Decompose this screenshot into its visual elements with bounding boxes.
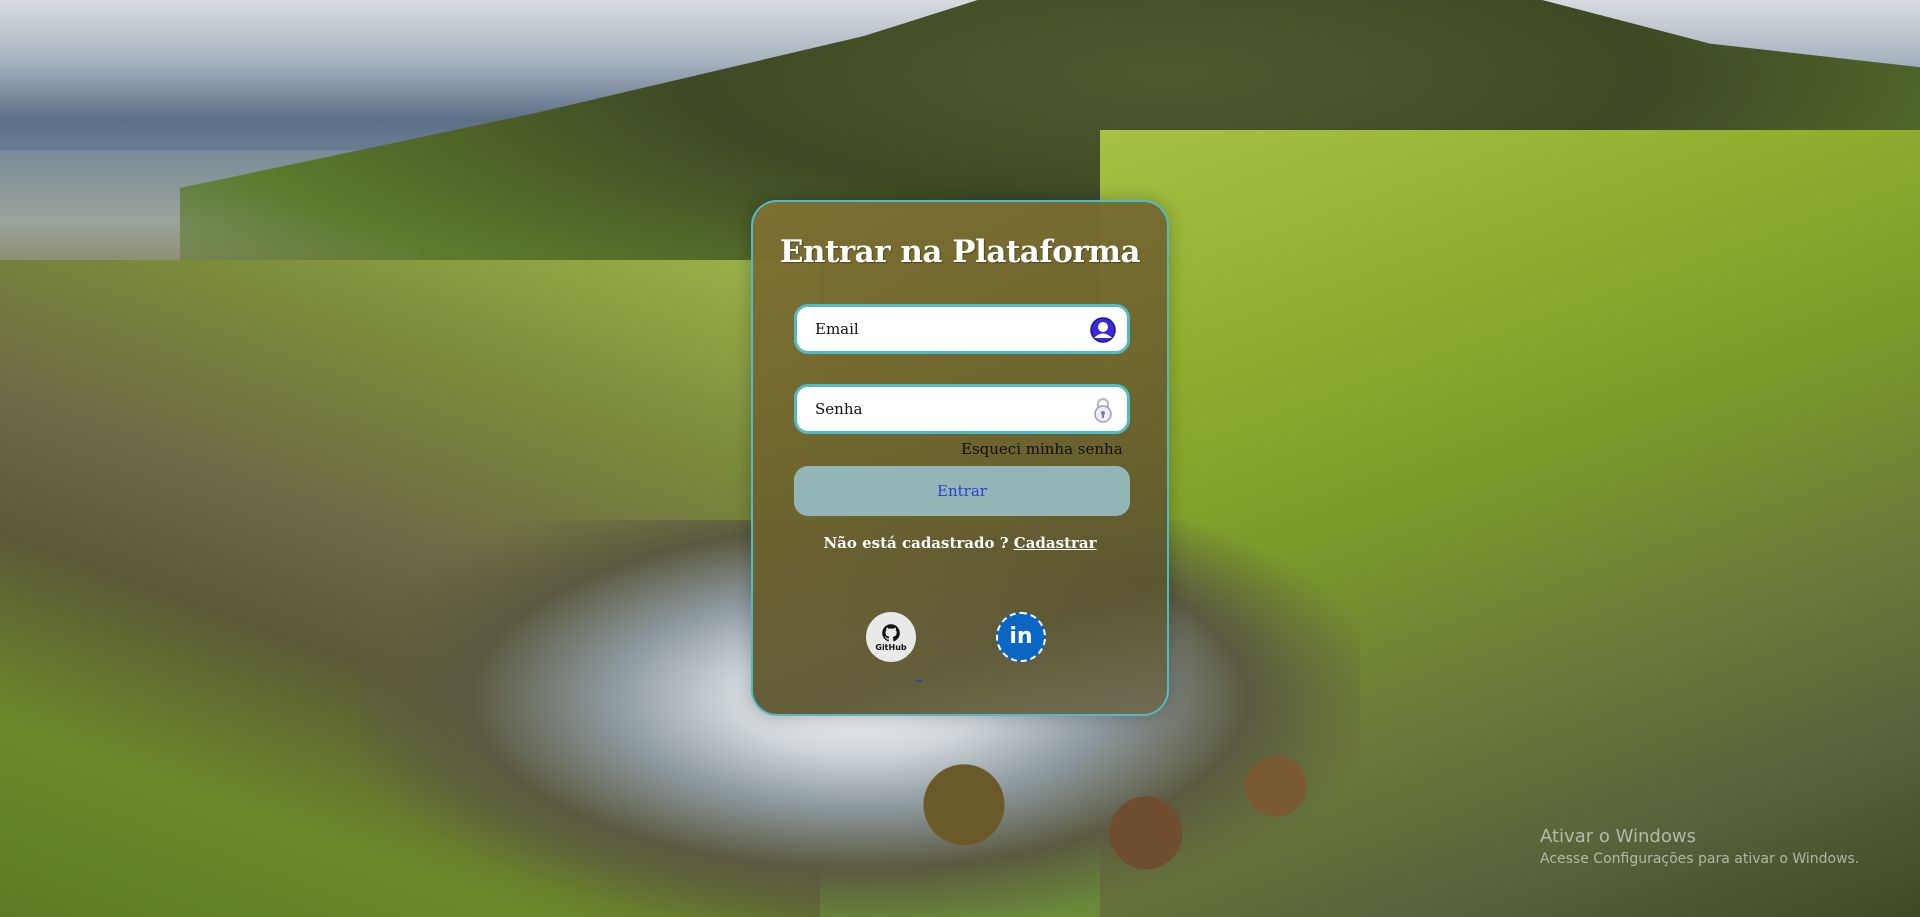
- github-icon: GitHub: [875, 623, 907, 652]
- senha-input[interactable]: [815, 387, 1085, 431]
- cadastrar-link[interactable]: Cadastrar: [1014, 534, 1097, 552]
- page-title: Entrar na Plataforma: [779, 234, 1141, 270]
- login-card: Entrar na Plataforma Esqueci minha senha…: [751, 200, 1169, 716]
- signup-prompt-text: Não está cadastrado ?: [823, 534, 1009, 552]
- github-button[interactable]: GitHub: [866, 612, 916, 662]
- email-input[interactable]: [815, 307, 1085, 351]
- windows-activation-watermark: Ativar o Windows Acesse Configurações pa…: [1540, 826, 1859, 867]
- user-icon: [1089, 316, 1117, 344]
- github-label: GitHub: [875, 642, 907, 652]
- lock-icon: [1089, 396, 1117, 424]
- watermark-line2: Acesse Configurações para ativar o Windo…: [1540, 851, 1860, 867]
- linkedin-button[interactable]: in: [996, 612, 1046, 662]
- watermark-line1: Ativar o Windows: [1540, 826, 1696, 847]
- senha-field-wrapper: [794, 384, 1130, 434]
- linkedin-icon: in: [1009, 624, 1033, 649]
- signup-prompt: Não está cadastrado ? Cadastrar: [753, 534, 1167, 552]
- river-rocks: [860, 730, 1380, 917]
- entrar-button[interactable]: Entrar: [794, 466, 1130, 516]
- decorative-dash: [916, 680, 922, 682]
- forgot-password-link[interactable]: Esqueci minha senha: [961, 440, 1123, 458]
- email-field-wrapper: [794, 304, 1130, 354]
